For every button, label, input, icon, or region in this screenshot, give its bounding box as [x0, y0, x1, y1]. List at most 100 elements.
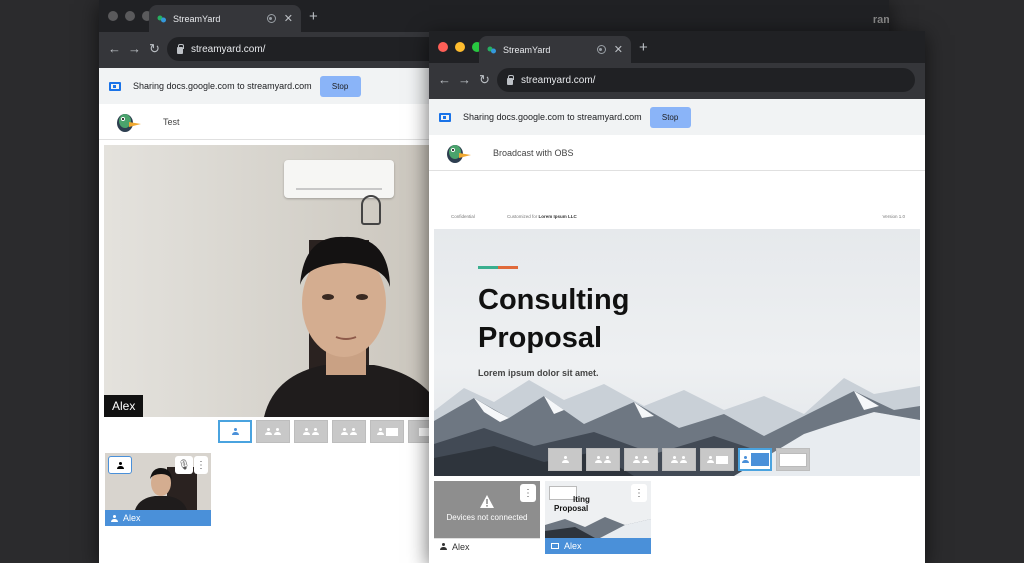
participant-name-bar: Alex	[545, 538, 651, 554]
close-window-button[interactable]	[438, 42, 448, 52]
person-icon	[376, 428, 384, 435]
layout-leader-button[interactable]	[332, 420, 366, 443]
lock-icon	[177, 43, 184, 54]
person-icon	[642, 456, 649, 463]
new-tab-icon[interactable]: +	[309, 8, 318, 25]
streamyard-duck-logo-icon	[447, 144, 471, 163]
streamyard-favicon-icon	[157, 15, 166, 22]
reload-icon[interactable]: ↻	[479, 72, 490, 88]
wall-hook	[361, 195, 381, 225]
person-icon	[111, 514, 118, 522]
layout-screen-person-active-button[interactable]	[738, 448, 772, 471]
edge-app-text: ram	[872, 14, 889, 26]
url-text: streamyard.com/	[191, 43, 266, 55]
stop-sharing-button[interactable]: Stop	[319, 75, 361, 97]
person-icon	[231, 428, 239, 435]
back-arrow-icon[interactable]: ←	[108, 41, 121, 56]
participant-video	[264, 236, 434, 417]
sharing-text: Sharing docs.google.com to streamyard.co…	[463, 112, 642, 122]
participant-name: Alex	[123, 513, 141, 523]
screen-share-icon	[439, 112, 451, 122]
tab-strip: StreamYard ✕ +	[429, 31, 925, 63]
slide-title: Consulting Proposal	[478, 284, 630, 354]
close-tab-icon[interactable]: ✕	[614, 43, 623, 56]
broadcast-title: Broadcast with OBS	[493, 147, 574, 158]
camera-thumbnail[interactable]: Devices not connected ⋮ Alex	[434, 481, 540, 554]
slide-accent-line	[478, 266, 518, 269]
reload-icon[interactable]: ↻	[149, 41, 160, 57]
screen-icon	[385, 427, 398, 436]
window-controls	[108, 11, 152, 21]
stage-camera-view: Alex	[104, 145, 434, 417]
broadcast-title: Test	[163, 116, 180, 127]
person-icon	[680, 456, 687, 463]
layout-group-button[interactable]	[624, 448, 658, 471]
streamyard-duck-logo-icon	[117, 113, 141, 132]
recording-indicator-icon	[596, 45, 606, 54]
browser-tab[interactable]: StreamYard ✕	[149, 5, 301, 32]
forward-arrow-icon[interactable]: →	[458, 72, 471, 87]
slide-header: Confidential Customized for Lorem Ipsum …	[434, 203, 920, 229]
participant-thumbnail[interactable]: 🎙 ⋮ Alex	[105, 453, 211, 526]
layout-group-button[interactable]	[294, 420, 328, 443]
minimize-window-button[interactable]	[455, 42, 465, 52]
thumbnail-mountain-image	[545, 517, 651, 538]
lock-icon	[507, 74, 514, 85]
stage-name-tag: Alex	[104, 395, 144, 417]
layout-screen-person-button[interactable]	[370, 420, 404, 443]
person-icon	[633, 456, 640, 463]
screen-icon	[779, 452, 807, 467]
layout-side-by-side-button[interactable]	[586, 448, 620, 471]
streamyard-header: Broadcast with OBS	[429, 135, 925, 171]
more-options-icon[interactable]: ⋮	[631, 484, 647, 502]
layout-full-screen-button[interactable]	[776, 448, 810, 471]
navigation-bar: ← → ↻ streamyard.com/	[429, 63, 925, 99]
person-icon	[303, 428, 310, 435]
person-icon	[671, 456, 678, 463]
slide-confidential-label: Confidential	[451, 214, 475, 219]
back-arrow-icon[interactable]: ←	[438, 72, 451, 87]
tab-title: StreamYard	[173, 13, 221, 24]
person-icon	[561, 456, 569, 463]
front-browser-window: StreamYard ✕ + ← → ↻ streamyard.com/ Sha…	[429, 31, 925, 563]
participant-name: Alex	[452, 541, 470, 552]
layout-leader-button[interactable]	[662, 448, 696, 471]
new-tab-icon[interactable]: +	[639, 39, 648, 56]
stop-sharing-button[interactable]: Stop	[649, 106, 691, 128]
slide-customized-label: Customized for Lorem Ipsum LLC	[507, 214, 577, 219]
participant-name-bar: Alex	[105, 510, 211, 526]
close-window-button[interactable]	[108, 11, 118, 21]
minimize-window-button[interactable]	[125, 11, 135, 21]
layout-screen-person-button[interactable]	[700, 448, 734, 471]
screen-sharing-bar: Sharing docs.google.com to streamyard.co…	[429, 99, 925, 135]
tab-strip: StreamYard ✕ + ram	[99, 0, 889, 32]
recording-indicator-icon	[266, 14, 276, 23]
screen-share-thumbnail[interactable]: lting Proposal ⋮ Alex	[545, 481, 651, 554]
layout-solo-button[interactable]	[548, 448, 582, 471]
layout-solo-button[interactable]	[218, 420, 252, 443]
participant-name: Alex	[564, 541, 582, 551]
person-icon	[265, 428, 272, 435]
sharing-text: Sharing docs.google.com to streamyard.co…	[133, 81, 312, 91]
screen-share-icon	[109, 81, 121, 91]
browser-tab[interactable]: StreamYard ✕	[479, 36, 631, 63]
add-to-stage-button[interactable]	[108, 456, 132, 474]
layout-side-by-side-button[interactable]	[256, 420, 290, 443]
person-icon	[604, 456, 611, 463]
person-icon	[440, 543, 447, 550]
address-bar[interactable]: streamyard.com/	[497, 68, 915, 92]
more-options-icon[interactable]: ⋮	[520, 484, 536, 502]
close-tab-icon[interactable]: ✕	[284, 12, 293, 25]
person-icon	[274, 428, 281, 435]
forward-arrow-icon[interactable]: →	[128, 41, 141, 56]
url-text: streamyard.com/	[521, 74, 596, 86]
microphone-icon[interactable]: 🎙	[175, 456, 193, 474]
slide-subtitle: Lorem ipsum dolor sit amet.	[478, 368, 599, 378]
thumbnail-slide-title-2: Proposal	[554, 504, 589, 513]
more-options-icon[interactable]: ⋮	[194, 456, 208, 474]
person-icon	[312, 428, 319, 435]
tab-title: StreamYard	[503, 44, 551, 55]
layout-selector	[218, 420, 442, 443]
person-icon	[741, 456, 749, 463]
window-controls	[438, 42, 482, 52]
